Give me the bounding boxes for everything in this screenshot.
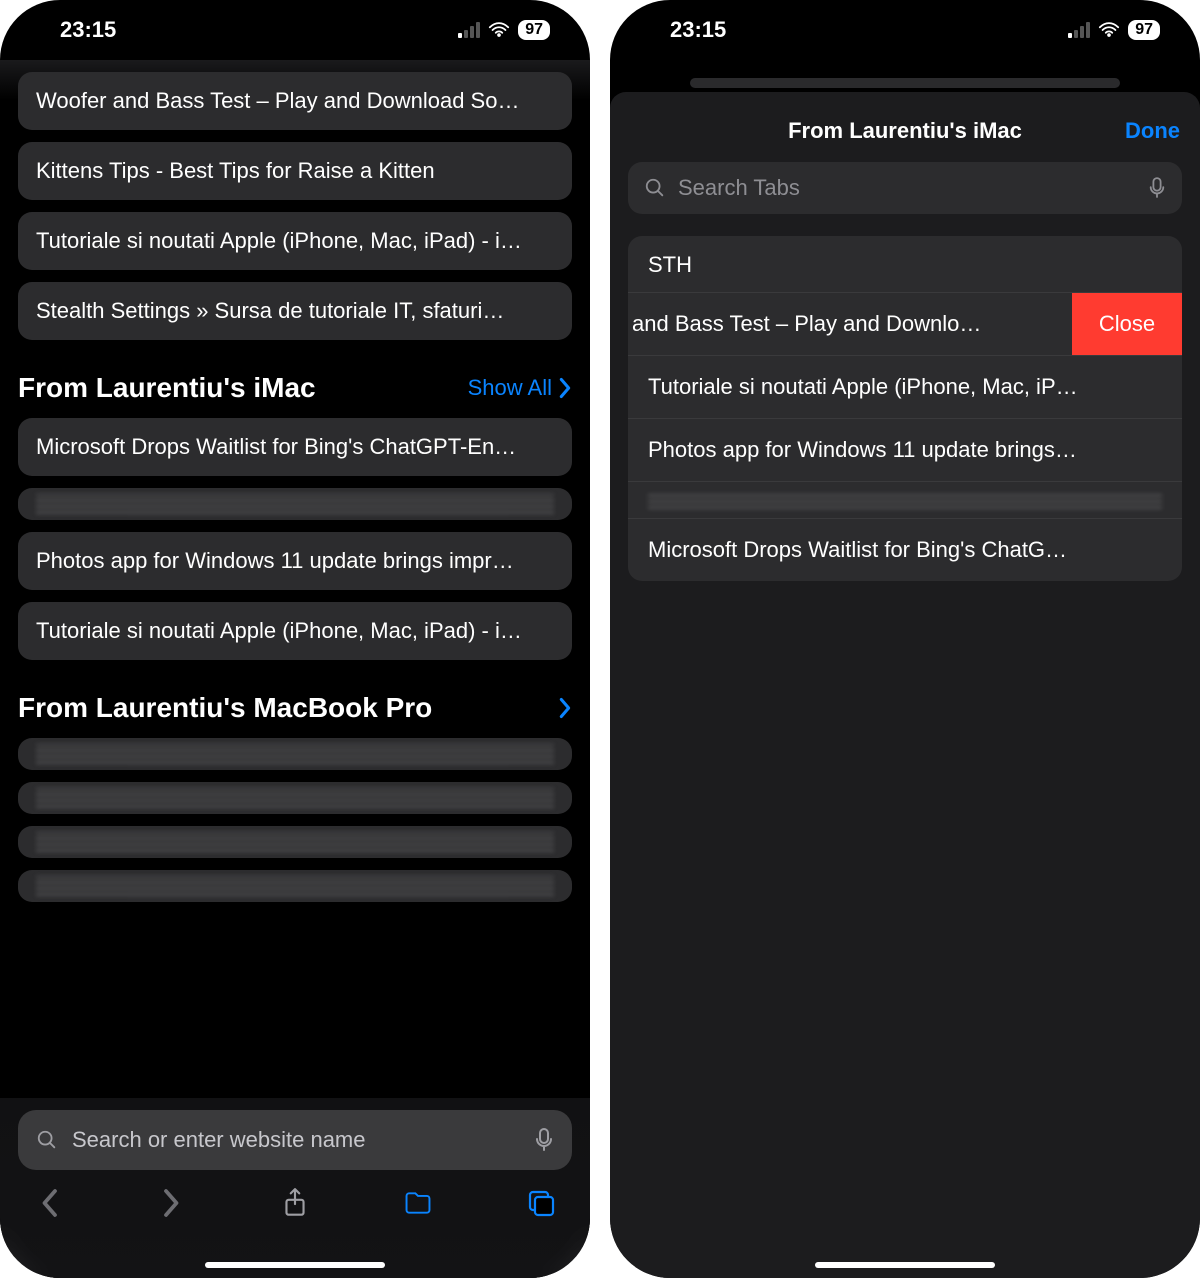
tab-row[interactable]: and Bass Test – Play and Downlo… Close: [628, 292, 1182, 355]
tab-item-redacted[interactable]: [18, 488, 572, 520]
sheet-header: From Laurentiu's iMac Done: [610, 110, 1200, 162]
safari-bottom-bar: Search or enter website name: [0, 1098, 590, 1278]
tab-item-redacted[interactable]: [18, 782, 572, 814]
battery-badge: 97: [1128, 20, 1160, 40]
home-indicator[interactable]: [815, 1262, 995, 1268]
mic-icon[interactable]: [534, 1127, 554, 1153]
tab-row-label: and Bass Test – Play and Downlo…: [628, 311, 1052, 337]
phone-right: 23:15 97 From Laurentiu's iMac Done Sear…: [610, 0, 1200, 1278]
status-right: 97: [458, 19, 550, 41]
search-icon: [644, 177, 666, 199]
status-time: 23:15: [670, 17, 726, 43]
section-title: From Laurentiu's iMac: [18, 372, 316, 404]
tab-item[interactable]: Stealth Settings » Sursa de tutoriale IT…: [18, 282, 572, 340]
tabs-group-title: STH: [628, 236, 1182, 292]
done-button[interactable]: Done: [1125, 118, 1180, 144]
battery-badge: 97: [518, 20, 550, 40]
status-bar: 23:15 97: [0, 0, 590, 60]
tab-item[interactable]: Kittens Tips - Best Tips for Raise a Kit…: [18, 142, 572, 200]
tab-item[interactable]: Tutoriale si noutati Apple (iPhone, Mac,…: [18, 602, 572, 660]
home-indicator[interactable]: [205, 1262, 385, 1268]
show-all-button[interactable]: Show All: [468, 375, 572, 401]
tabs-group: STH and Bass Test – Play and Downlo… Clo…: [628, 236, 1182, 581]
phone-left: 23:15 97 Woofer and Bass Test – Play and…: [0, 0, 590, 1278]
back-button[interactable]: [34, 1188, 64, 1218]
status-bar: 23:15 97: [610, 0, 1200, 60]
search-placeholder: Search Tabs: [678, 175, 1136, 201]
section-header-macbook: From Laurentiu's MacBook Pro: [0, 672, 590, 738]
tab-item[interactable]: Photos app for Windows 11 update brings …: [18, 532, 572, 590]
macbook-items: [0, 738, 590, 902]
mic-icon[interactable]: [1148, 176, 1166, 200]
tab-item[interactable]: Woofer and Bass Test – Play and Download…: [18, 72, 572, 130]
section-title: From Laurentiu's MacBook Pro: [18, 692, 432, 724]
cellular-icon: [1068, 22, 1090, 38]
wifi-icon: [488, 19, 510, 41]
sheet-title: From Laurentiu's iMac: [788, 118, 1022, 144]
search-tabs-field[interactable]: Search Tabs: [628, 162, 1182, 214]
show-all-button[interactable]: [558, 697, 572, 719]
chevron-right-icon: [558, 377, 572, 399]
close-button[interactable]: Close: [1072, 293, 1182, 355]
section-header-imac: From Laurentiu's iMac Show All: [0, 352, 590, 418]
show-all-label: Show All: [468, 375, 552, 401]
tab-item-redacted[interactable]: [18, 738, 572, 770]
search-icon: [36, 1129, 58, 1151]
status-right: 97: [1068, 19, 1160, 41]
tab-row[interactable]: Tutoriale si noutati Apple (iPhone, Mac,…: [628, 355, 1182, 418]
sheet-grabber[interactable]: [690, 78, 1120, 88]
chevron-right-icon: [558, 697, 572, 719]
status-time: 23:15: [60, 17, 116, 43]
forward-button[interactable]: [157, 1188, 187, 1218]
tab-row-redacted[interactable]: [628, 481, 1182, 518]
tab-item-redacted[interactable]: [18, 826, 572, 858]
top-items: Woofer and Bass Test – Play and Download…: [0, 72, 590, 340]
tab-item[interactable]: Microsoft Drops Waitlist for Bing's Chat…: [18, 418, 572, 476]
tab-item-redacted[interactable]: [18, 870, 572, 902]
tab-row[interactable]: Microsoft Drops Waitlist for Bing's Chat…: [628, 518, 1182, 581]
imac-items: Microsoft Drops Waitlist for Bing's Chat…: [0, 418, 590, 660]
wifi-icon: [1098, 19, 1120, 41]
tab-item[interactable]: Tutoriale si noutati Apple (iPhone, Mac,…: [18, 212, 572, 270]
share-button[interactable]: [280, 1188, 310, 1218]
tab-row[interactable]: Photos app for Windows 11 update brings…: [628, 418, 1182, 481]
tabs-sheet: From Laurentiu's iMac Done Search Tabs S…: [610, 92, 1200, 1278]
bookmarks-button[interactable]: [403, 1188, 433, 1218]
address-placeholder: Search or enter website name: [72, 1127, 520, 1153]
address-bar[interactable]: Search or enter website name: [18, 1110, 572, 1170]
tabs-button[interactable]: [526, 1188, 556, 1218]
cellular-icon: [458, 22, 480, 38]
safari-toolbar: [18, 1170, 572, 1218]
safari-start-page[interactable]: Woofer and Bass Test – Play and Download…: [0, 60, 590, 1278]
